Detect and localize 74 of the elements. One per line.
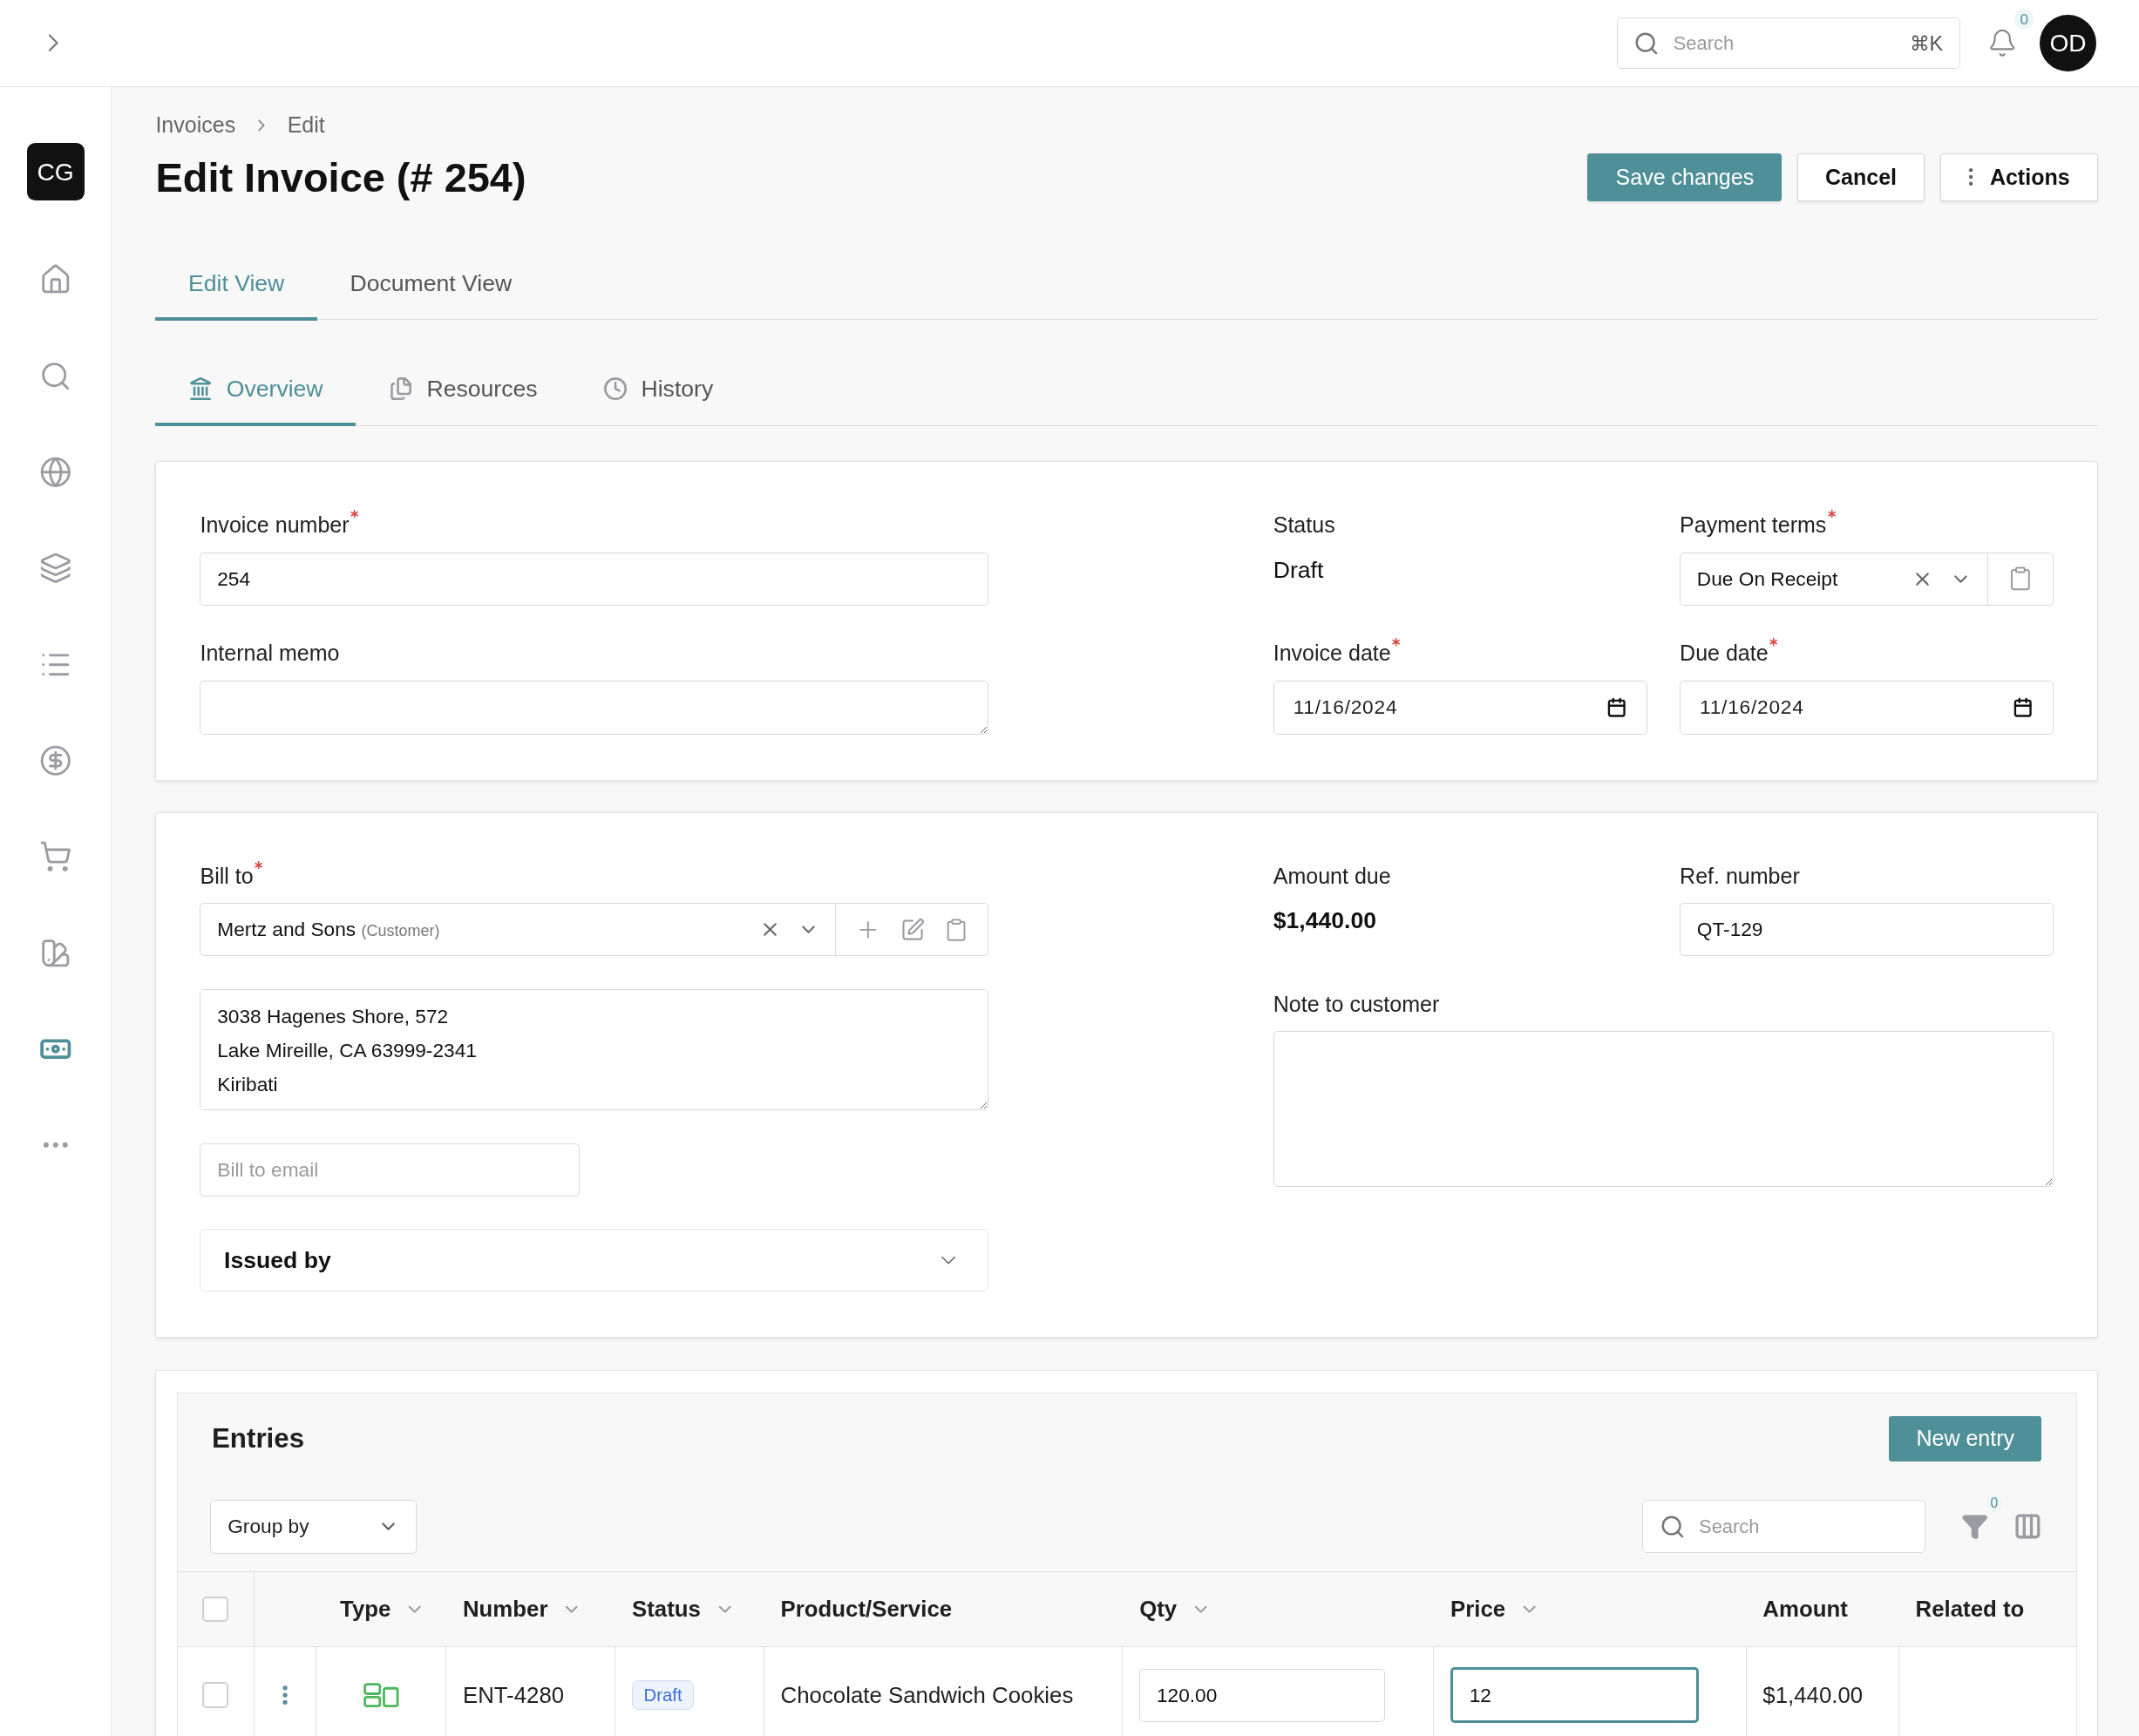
shortcut-hint: ⌘K — [1909, 31, 1944, 56]
cart-icon[interactable] — [38, 840, 72, 873]
column-header[interactable]: Amount — [1762, 1597, 1848, 1623]
field-label: Status — [1273, 512, 1335, 539]
bank-icon — [187, 376, 214, 402]
invoice-number-field[interactable]: 254 — [200, 552, 989, 606]
table-cell: $1,440.00 — [1746, 1647, 1899, 1736]
column-header[interactable]: Product/Service — [780, 1597, 953, 1623]
calendar-icon — [1606, 697, 1627, 718]
email-field[interactable]: Bill to email — [200, 1143, 580, 1197]
column-header[interactable]: Related to — [1915, 1597, 2025, 1623]
section-tab[interactable]: History — [570, 355, 746, 427]
ref-number-field[interactable]: QT-129 — [1680, 903, 2054, 957]
avatar[interactable]: OD — [2039, 14, 2097, 72]
stack-icon[interactable] — [38, 552, 72, 585]
search-input[interactable]: Search — [1695, 1514, 1909, 1540]
new-entry-button[interactable]: New entry — [1889, 1416, 2042, 1461]
logo[interactable]: CG — [26, 143, 85, 201]
filter-icon[interactable] — [1961, 1513, 1989, 1541]
field-label: Invoice date — [1273, 640, 1391, 668]
field-label: Due date — [1680, 640, 1769, 668]
field-label: Internal memo — [200, 640, 340, 668]
column-header[interactable]: Number — [462, 1597, 548, 1623]
field-label: Invoice number — [200, 512, 350, 539]
blocks-icon — [363, 1683, 399, 1708]
search-input[interactable]: Search — [1670, 31, 1898, 57]
section-title: Entries — [212, 1423, 305, 1455]
filter-badge: 0 — [1986, 1495, 2002, 1512]
amount-due-value: $1,440.00 — [1273, 906, 1378, 936]
payment-terms-select[interactable]: Due On Receipt — [1680, 552, 2054, 606]
group-by-select[interactable]: Group by — [210, 1499, 417, 1555]
notification-badge: 0 — [2014, 9, 2034, 30]
issued-by-toggle[interactable]: Issued by — [200, 1229, 989, 1292]
calendar-icon — [2013, 697, 2034, 718]
status-value: Draft — [1273, 555, 1325, 585]
price-field[interactable]: 12 — [1450, 1667, 1699, 1724]
cancel-button[interactable]: Cancel — [1796, 153, 1925, 201]
checkbox[interactable] — [202, 1682, 229, 1709]
section-tab[interactable]: Resources — [356, 355, 571, 427]
search-field[interactable]: Search — [1641, 1500, 1926, 1554]
due-date-field[interactable]: 11/16/2024 — [1680, 680, 2054, 736]
qty-field[interactable]: 120.00 — [1139, 1668, 1385, 1722]
field-label: Payment terms — [1680, 512, 1827, 539]
breadcrumb-link[interactable]: Edit — [287, 112, 325, 139]
address-field[interactable]: 3038 Hagenes Shore, 572 Lake Mireille, CA 63999-2341 Kiribati — [200, 988, 989, 1111]
field-label: Bill to — [200, 862, 254, 890]
invoice-date-field[interactable]: 11/16/2024 — [1273, 680, 1647, 736]
kebab-icon — [1967, 167, 1974, 187]
table-cell: Chocolate Sandwich Cookies — [764, 1647, 1124, 1736]
bill-to-select[interactable]: Mertz and Sons (Customer) — [200, 903, 989, 957]
view-tab[interactable]: Document View — [316, 249, 545, 321]
field-label: Ref. number — [1680, 862, 1800, 890]
field-label: Amount due — [1273, 862, 1391, 890]
edit-icon[interactable] — [900, 917, 926, 942]
column-header[interactable]: Price — [1450, 1597, 1506, 1623]
save-button[interactable]: Save changes — [1587, 153, 1782, 201]
breadcrumb-link[interactable]: Invoices — [155, 112, 236, 139]
page-title: Edit Invoice (# 254) — [155, 153, 527, 201]
actions-button[interactable]: Actions — [1939, 153, 2098, 201]
dollar-icon[interactable] — [38, 744, 72, 777]
note-field[interactable] — [1273, 1031, 2054, 1187]
search-field[interactable]: Search ⌘K — [1616, 17, 1960, 70]
column-header[interactable]: Qty — [1139, 1597, 1178, 1623]
clock-icon — [602, 376, 628, 402]
memo-field[interactable] — [200, 680, 989, 736]
globe-icon[interactable] — [38, 456, 72, 489]
table-cell: ENT-4280 — [446, 1647, 616, 1736]
status-badge: Draft — [631, 1680, 695, 1711]
column-header[interactable]: Type — [340, 1597, 391, 1623]
search-icon — [1659, 1514, 1686, 1540]
column-header[interactable]: Status — [631, 1597, 701, 1623]
field-label: Note to customer — [1273, 990, 1440, 1018]
documents-icon — [388, 376, 413, 402]
checkbox[interactable] — [202, 1596, 229, 1623]
